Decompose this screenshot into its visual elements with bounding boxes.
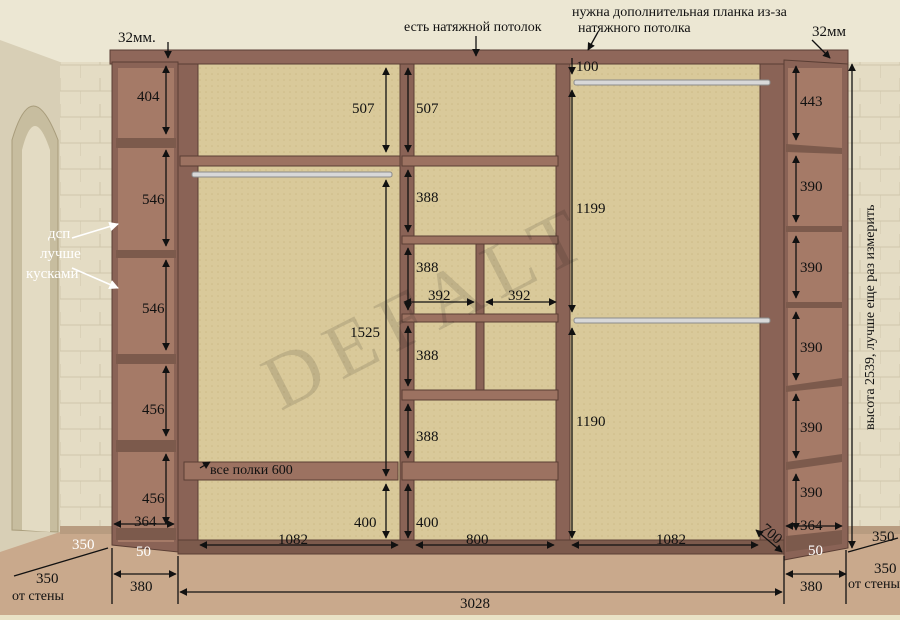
dim-total-width: 3028 xyxy=(460,596,490,612)
note-left-side-3: кусками xyxy=(26,266,78,282)
dim-left-456a: 456 xyxy=(142,402,165,418)
dim-right-gap2: 350 xyxy=(874,561,897,577)
dim-sec3-1190: 1190 xyxy=(576,414,605,430)
dim-left-546b: 546 xyxy=(142,301,165,317)
dim-sec2-4: 388 xyxy=(416,429,439,445)
dim-sec1-bottom: 400 xyxy=(354,515,377,531)
dim-right-443: 443 xyxy=(800,94,823,110)
dim-sec1-rod: 1525 xyxy=(350,325,380,341)
dim-right-390d: 390 xyxy=(800,420,823,436)
dim-sec2-half-right: 392 xyxy=(508,288,531,304)
note-extra-plank-line2: натяжного потолка xyxy=(578,21,691,36)
dim-right-364: 364 xyxy=(800,518,823,534)
dim-sec2-5: 400 xyxy=(416,515,439,531)
dim-sec2-half-left: 392 xyxy=(428,288,451,304)
dim-sec3-width: 1082 xyxy=(656,532,686,548)
dim-right-390e: 390 xyxy=(800,485,823,501)
dim-sec2-2: 388 xyxy=(416,260,439,276)
dim-thickness-left: 32мм. xyxy=(118,30,156,46)
dim-sec2-0: 507 xyxy=(416,101,439,117)
dim-sec1-top: 507 xyxy=(352,101,375,117)
dim-sec2-3: 388 xyxy=(416,348,439,364)
dim-sec2-width: 800 xyxy=(466,532,489,548)
dim-right-50: 50 xyxy=(808,543,823,559)
dim-left-gap2: 350 xyxy=(36,571,59,587)
note-extra-plank-line1: нужна дополнительная планка из-за xyxy=(572,5,788,20)
dim-right-390a: 390 xyxy=(800,179,823,195)
note-height-check: высота 2539, лучше еще раз измерить xyxy=(863,205,878,430)
dim-sec1-width: 1082 xyxy=(278,532,308,548)
dim-left-50: 50 xyxy=(136,544,151,560)
dim-sec3-100: 100 xyxy=(576,59,599,75)
note-all-shelves: все полки 600 xyxy=(210,463,293,478)
dim-thickness-right: 32мм xyxy=(812,24,846,40)
dim-right-390c: 390 xyxy=(800,340,823,356)
dim-left-546a: 546 xyxy=(142,192,165,208)
note-ceiling: есть натяжной потолок xyxy=(404,20,542,35)
dim-right-depth: 380 xyxy=(800,579,823,595)
dim-right-390b: 390 xyxy=(800,260,823,276)
dim-sec2-1: 388 xyxy=(416,190,439,206)
dim-right-gap: 350 xyxy=(872,529,895,545)
dim-left-depth: 380 xyxy=(130,579,153,595)
note-from-wall-left: от стены xyxy=(12,589,64,604)
dim-left-364: 364 xyxy=(134,514,157,530)
dim-left-gap: 350 xyxy=(72,537,95,553)
wardrobe-diagram: DEFALT есть натяжной потолок нужна допол… xyxy=(0,0,900,615)
note-from-wall-right: от стены xyxy=(848,577,900,592)
note-left-side-1: дсп xyxy=(48,226,70,242)
note-left-side-2: лучше xyxy=(40,246,81,262)
dim-sec3-1199: 1199 xyxy=(576,201,605,217)
dim-left-456b: 456 xyxy=(142,491,165,507)
dim-left-404: 404 xyxy=(137,89,160,105)
